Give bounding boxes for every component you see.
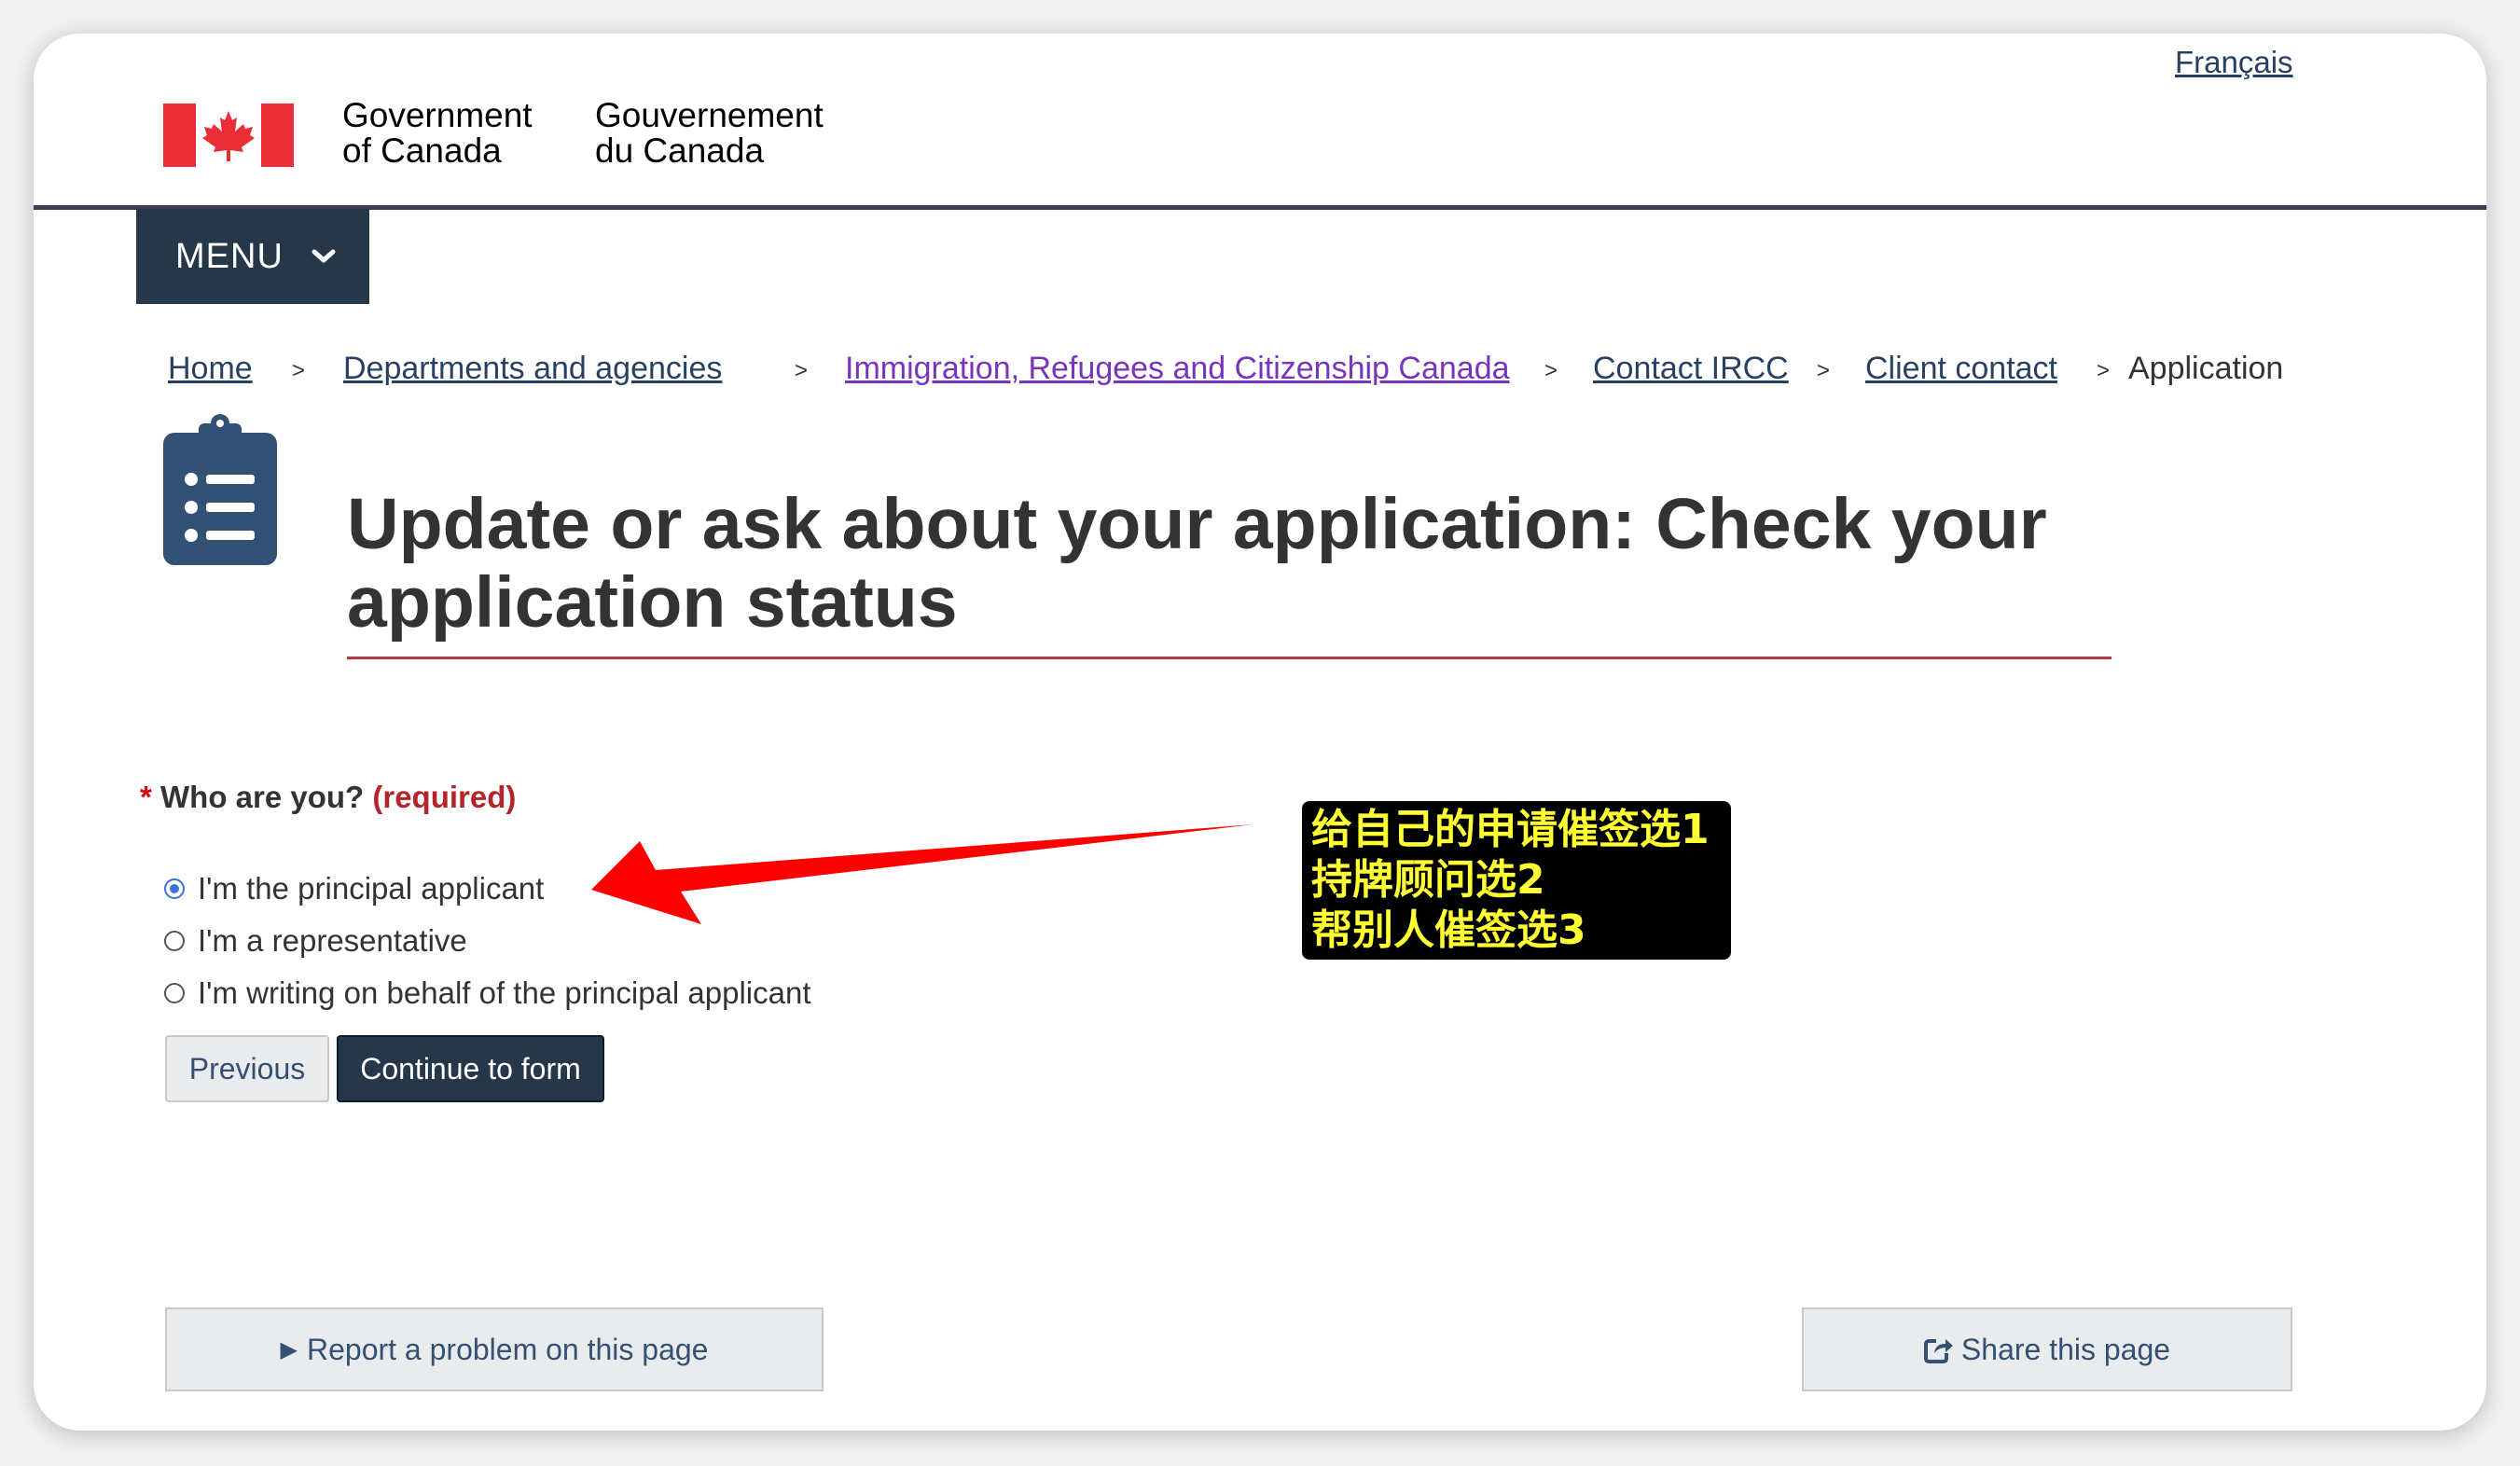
triangle-right-icon: ▶ (280, 1336, 298, 1362)
breadcrumb-separator: > (795, 358, 809, 383)
radio-label: I'm the principal applicant (198, 871, 545, 906)
annotation-line3: 帮别人催签选3 (1311, 906, 1586, 954)
question-label: Who are you? (160, 780, 365, 814)
required-marker: * (140, 780, 152, 814)
breadcrumb-separator: > (292, 358, 306, 383)
breadcrumb-separator: > (1544, 358, 1558, 383)
chevron-down-icon (312, 249, 336, 263)
report-problem-label: Report a problem on this page (306, 1332, 709, 1366)
radio-principal-applicant[interactable]: I'm the principal applicant (164, 871, 544, 906)
menu-label: MENU (175, 236, 284, 276)
annotation-line2: 持牌顾问选2 (1311, 856, 1545, 904)
title-underline (347, 657, 2112, 659)
clipboard-list-icon (163, 414, 277, 565)
breadcrumb-contact-ircc[interactable]: Contact IRCC (1593, 351, 1789, 387)
signature-fr-line1: Gouvernement (595, 96, 824, 134)
share-page-button[interactable]: Share this page (1802, 1307, 2292, 1391)
question-legend: * Who are you? (required) (140, 780, 516, 815)
continue-to-form-button[interactable]: Continue to form (337, 1035, 604, 1102)
signature-en-line2: of Canada (342, 131, 502, 170)
breadcrumb-home[interactable]: Home (168, 351, 253, 387)
annotation-line1: 给自己的申请催签选1 (1311, 806, 1710, 853)
radio-label: I'm a representative (198, 923, 467, 958)
breadcrumb-departments[interactable]: Departments and agencies (343, 351, 722, 387)
page-card: Français Government of Canada Gouverneme… (34, 34, 2486, 1431)
radio-button[interactable] (164, 983, 185, 1003)
breadcrumb-client-contact[interactable]: Client contact (1865, 351, 2057, 387)
radio-behalf-of-applicant[interactable]: I'm writing on behalf of the principal a… (164, 975, 811, 1011)
previous-button[interactable]: Previous (165, 1035, 329, 1102)
government-signature-en[interactable]: Government of Canada (342, 98, 533, 169)
annotation-arrow (591, 824, 1253, 924)
canada-flag-icon[interactable] (163, 104, 294, 167)
signature-en-line1: Government (342, 96, 533, 134)
radio-button[interactable] (164, 931, 185, 951)
page-title-line2: application status (347, 562, 958, 643)
menu-button[interactable]: MENU (136, 209, 369, 304)
government-signature-fr[interactable]: Gouvernement du Canada (595, 98, 824, 169)
report-problem-button[interactable]: ▶ Report a problem on this page (165, 1307, 824, 1391)
page-title: Update or ask about your application: Ch… (347, 485, 2119, 642)
breadcrumb-ircc[interactable]: Immigration, Refugees and Citizenship Ca… (845, 351, 1510, 387)
header-divider (34, 205, 2486, 210)
share-icon (1923, 1339, 1953, 1363)
radio-representative[interactable]: I'm a representative (164, 923, 467, 959)
breadcrumb-separator: > (1817, 358, 1831, 383)
share-page-label: Share this page (1960, 1332, 2171, 1366)
breadcrumb-separator: > (2097, 358, 2111, 383)
breadcrumb-current: Application (2128, 351, 2284, 386)
page-title-line1: Update or ask about your application: Ch… (347, 484, 2047, 564)
required-label: (required) (372, 780, 517, 814)
radio-label: I'm writing on behalf of the principal a… (198, 975, 811, 1010)
annotation-note: 给自己的申请催签选1 持牌顾问选2 帮别人催签选3 (1302, 801, 1731, 960)
signature-fr-line2: du Canada (595, 131, 765, 170)
language-toggle-link[interactable]: Français (2175, 45, 2293, 80)
radio-button-selected[interactable] (164, 878, 185, 899)
